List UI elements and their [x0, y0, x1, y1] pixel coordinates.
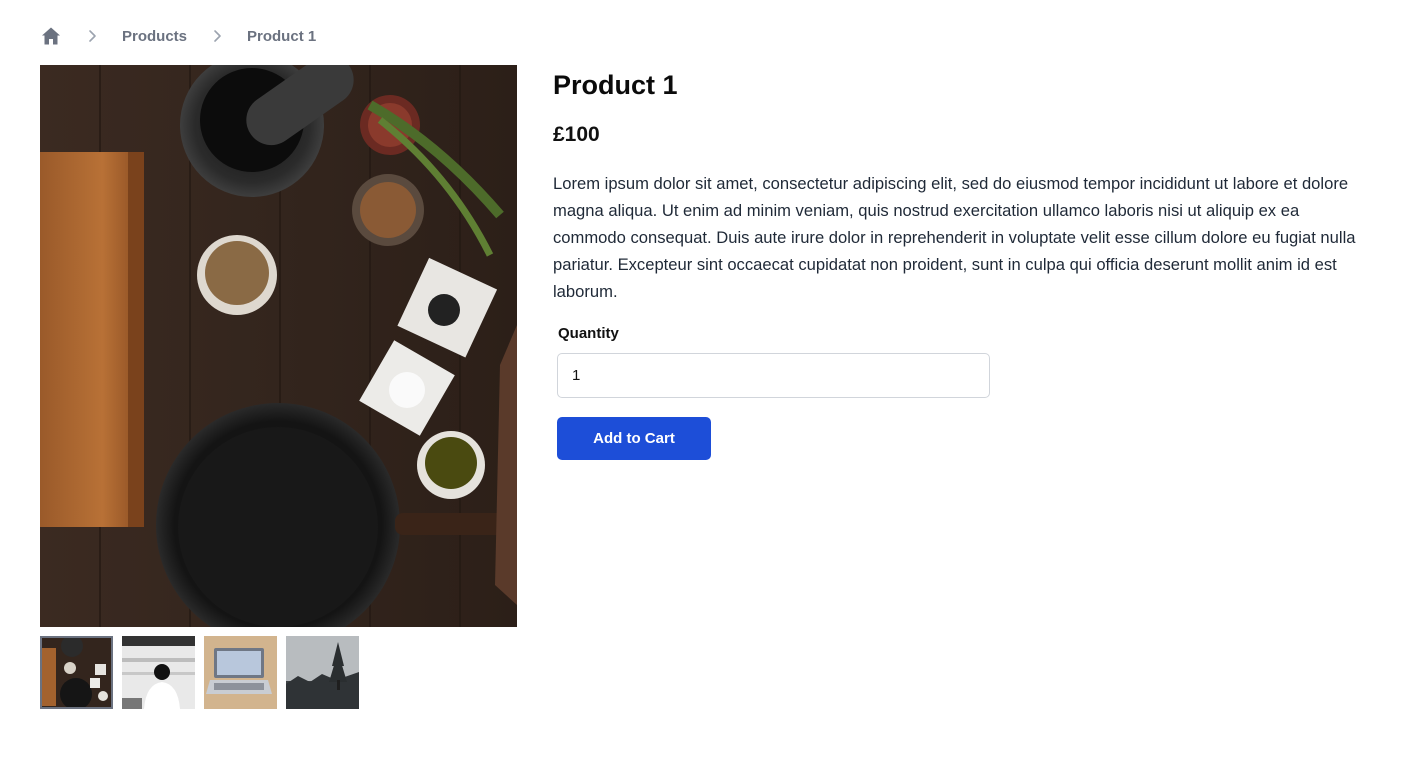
- product-details: Product 1 £100 Lorem ipsum dolor sit ame…: [553, 66, 1373, 305]
- product-description: Lorem ipsum dolor sit amet, consectetur …: [553, 174, 1356, 301]
- quantity-label: Quantity: [558, 325, 619, 342]
- thumbnail-4[interactable]: [286, 636, 359, 709]
- thumbnail-2[interactable]: [122, 636, 195, 709]
- quantity-input[interactable]: [557, 353, 990, 398]
- product-price: £100: [553, 123, 600, 146]
- thumbnail-3[interactable]: [204, 636, 277, 709]
- chevron-right-icon: [86, 29, 100, 43]
- product-title: Product 1: [553, 70, 678, 100]
- thumbnail-1[interactable]: [40, 636, 113, 709]
- breadcrumb: Products Product 1: [40, 24, 316, 48]
- home-icon[interactable]: [40, 25, 62, 47]
- breadcrumb-current: Product 1: [247, 27, 317, 45]
- chevron-right-icon: [211, 29, 225, 43]
- product-main-image: [40, 65, 517, 627]
- breadcrumb-products[interactable]: Products: [122, 28, 187, 45]
- thumbnail-strip: [40, 636, 359, 709]
- product-page: Products Product 1 Product 1 £100 Lorem …: [0, 0, 1402, 774]
- add-to-cart-button[interactable]: Add to Cart: [557, 417, 711, 460]
